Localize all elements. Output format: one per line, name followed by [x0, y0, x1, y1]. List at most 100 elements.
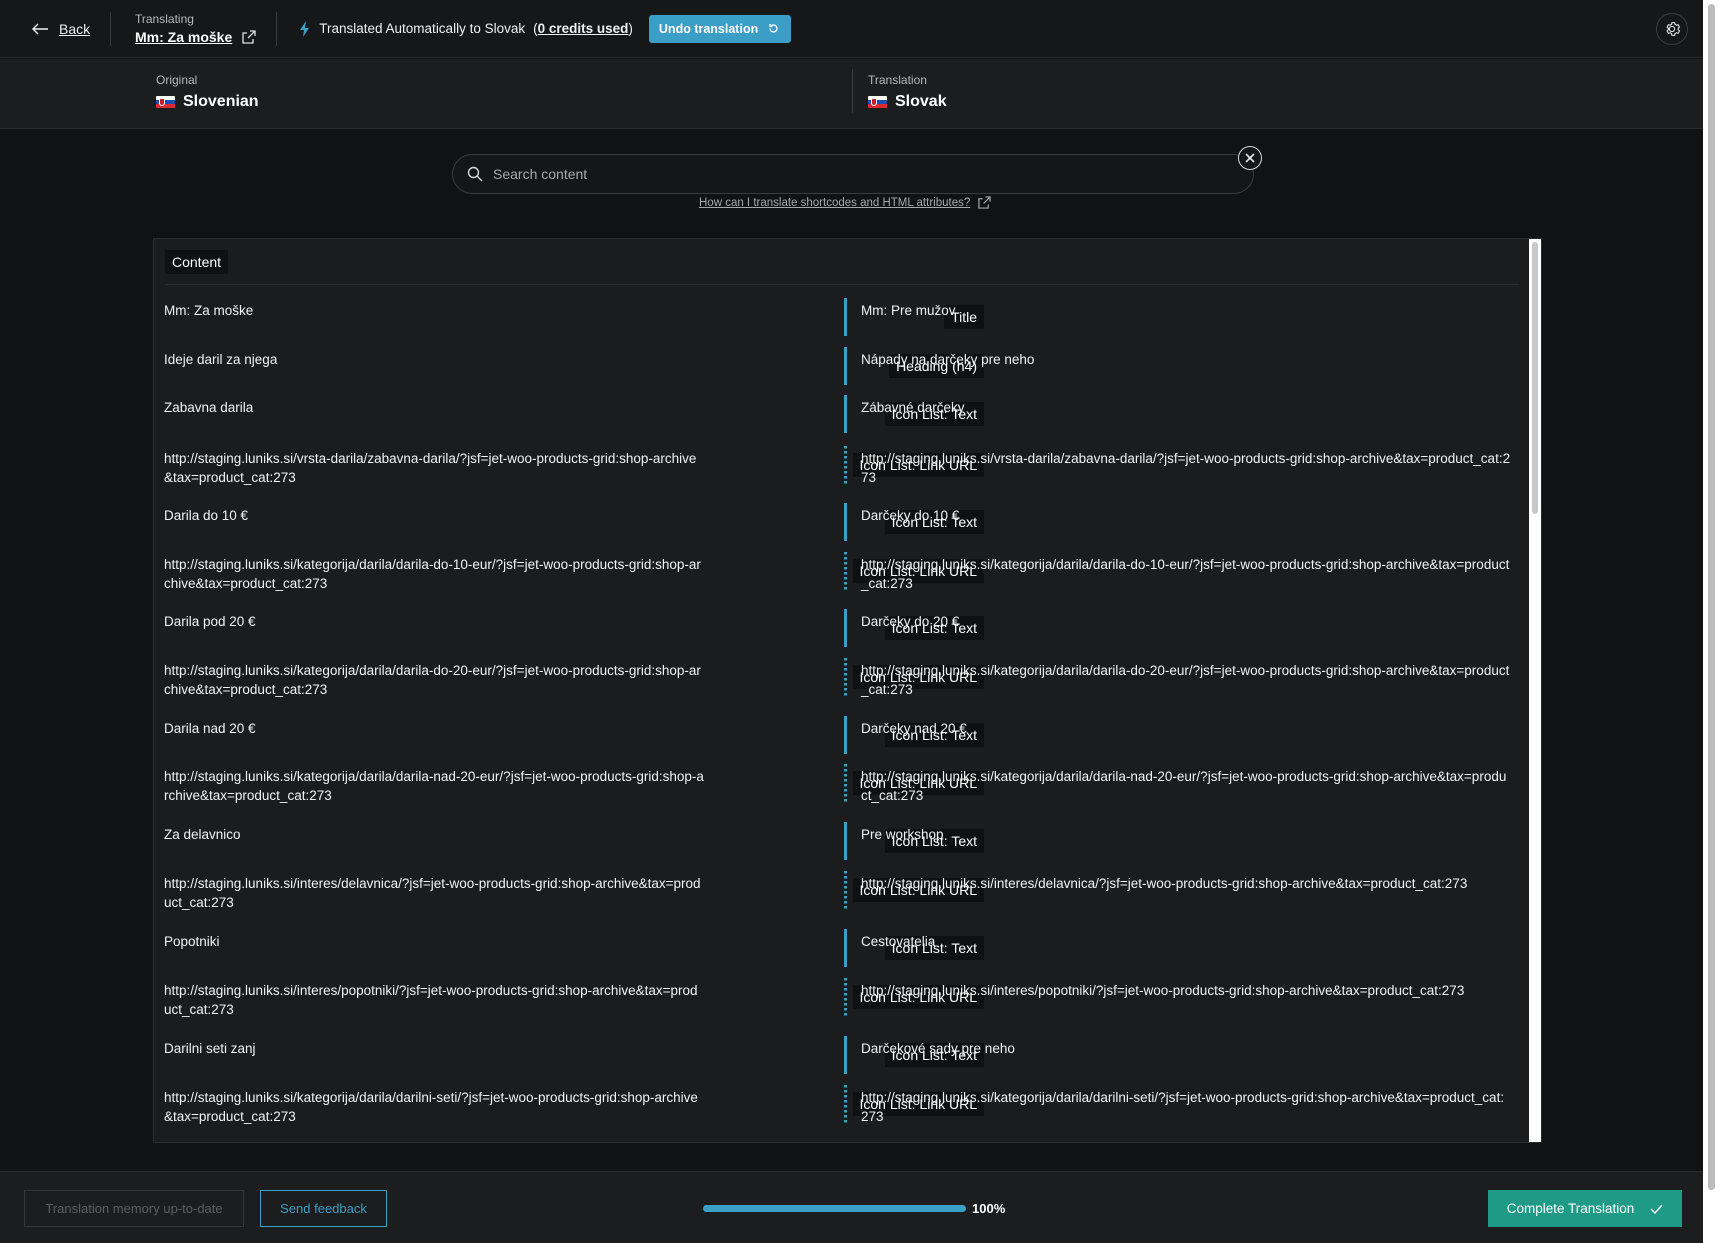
document-title: Mm: Za moške	[135, 29, 233, 45]
translated-text[interactable]: Zábavné darčeky	[861, 398, 1511, 417]
translation-status-indicator	[844, 1036, 847, 1074]
original-text: http://staging.luniks.si/kategorija/dari…	[164, 663, 701, 697]
content-panel: Content Mm: Za moške Title Mm: Pre mužov Id…	[153, 238, 1542, 1143]
footer-bar: Translation memory up-to-date Send feedb…	[0, 1171, 1703, 1243]
translation-status-indicator	[844, 552, 847, 590]
translation-status-indicator	[844, 1085, 847, 1123]
translation-status-indicator	[844, 395, 847, 433]
credits-info: (0 credits used)	[533, 21, 633, 36]
slovenia-flag-icon	[156, 95, 175, 109]
arrow-left-icon	[32, 23, 48, 34]
translation-language: Translation Slovak	[868, 73, 947, 111]
translated-text[interactable]: http://staging.luniks.si/kategorija/dari…	[861, 555, 1511, 593]
translating-info: Translating Mm: Za moške	[111, 12, 276, 45]
translation-label: Translation	[868, 73, 927, 87]
progress-percent: 100%	[972, 1201, 1006, 1216]
scrollbar-thumb[interactable]	[1532, 242, 1538, 514]
original-text: http://staging.luniks.si/interes/delavni…	[164, 876, 701, 910]
help-link-text: How can I translate shortcodes and HTML …	[699, 196, 971, 209]
original-text: Darila do 10 €	[164, 508, 249, 523]
translated-text[interactable]: Darčeky do 10 €	[861, 506, 1511, 525]
original-text: http://staging.luniks.si/kategorija/dari…	[164, 1090, 698, 1124]
translated-text[interactable]: http://staging.luniks.si/interes/delavni…	[861, 874, 1511, 893]
back-button[interactable]: Back	[0, 21, 110, 37]
translation-status-indicator	[844, 658, 847, 696]
original-language: Original Slovenian	[156, 73, 259, 111]
translated-text[interactable]: Darčekové sady pre neho	[861, 1039, 1511, 1058]
translated-text[interactable]: http://staging.luniks.si/kategorija/dari…	[861, 767, 1511, 805]
translation-status-indicator	[844, 609, 847, 647]
translated-text[interactable]: Pre workshop	[861, 825, 1511, 844]
original-text: http://staging.luniks.si/kategorija/dari…	[164, 557, 701, 591]
external-link-icon	[978, 196, 991, 209]
translating-label: Translating	[135, 12, 194, 26]
undo-icon	[769, 24, 778, 33]
progress-bar	[703, 1205, 966, 1212]
credits-used[interactable]: 0 credits used	[538, 21, 629, 36]
original-text: Darila nad 20 €	[164, 721, 256, 736]
translation-status-indicator	[844, 716, 847, 754]
back-label: Back	[59, 20, 91, 37]
undo-translation-button[interactable]: Undo translation	[648, 14, 792, 43]
translation-status-indicator	[844, 929, 847, 967]
original-text: Popotniki	[164, 934, 220, 949]
auto-translation-text: Translated Automatically to Slovak	[319, 21, 526, 36]
original-text: Za delavnico	[164, 827, 241, 842]
translated-text[interactable]: Nápady na darčeky pre neho	[861, 350, 1511, 369]
translation-status-indicator	[844, 503, 847, 541]
translation-status-indicator	[844, 298, 847, 336]
translated-text[interactable]: Darčeky do 20 €	[861, 612, 1511, 631]
original-label: Original	[156, 73, 198, 87]
original-text: http://staging.luniks.si/kategorija/dari…	[164, 769, 704, 803]
top-bar: Back Translating Mm: Za moške Translated…	[0, 0, 1703, 58]
original-text: Ideje daril za njega	[164, 352, 278, 367]
translated-text[interactable]: http://staging.luniks.si/kategorija/dari…	[861, 661, 1511, 699]
translation-language-name: Slovak	[895, 93, 947, 110]
translated-text[interactable]: http://staging.luniks.si/interes/popotni…	[861, 981, 1511, 1000]
translated-text[interactable]: Darčeky nad 20 €	[861, 719, 1511, 738]
translation-status-indicator	[844, 347, 847, 385]
page-scrollbar-thumb[interactable]	[1708, 4, 1715, 1190]
page-scrollbar[interactable]	[1703, 0, 1720, 1243]
translation-status-indicator	[844, 871, 847, 909]
translated-text[interactable]: Cestovatelia	[861, 932, 1511, 951]
translation-status-indicator	[844, 978, 847, 1016]
translated-text[interactable]: Mm: Pre mužov	[861, 301, 1511, 320]
original-language-name: Slovenian	[183, 93, 259, 110]
original-text: Mm: Za moške	[164, 303, 254, 318]
close-icon	[1245, 153, 1255, 163]
original-text: http://staging.luniks.si/vrsta-darila/za…	[164, 451, 697, 485]
send-feedback-button[interactable]: Send feedback	[260, 1190, 387, 1227]
shortcodes-help-link[interactable]: How can I translate shortcodes and HTML …	[699, 196, 991, 209]
translation-memory-button: Translation memory up-to-date	[24, 1190, 244, 1227]
complete-translation-button[interactable]: Complete Translation	[1488, 1190, 1682, 1227]
translation-status-indicator	[844, 822, 847, 860]
original-text: Zabavna darila	[164, 400, 254, 415]
clear-search-button[interactable]	[1238, 146, 1262, 170]
translation-status-indicator	[844, 764, 847, 802]
undo-label: Undo translation	[658, 21, 759, 36]
divider	[165, 284, 1519, 285]
settings-button[interactable]	[1656, 13, 1688, 45]
original-text: http://staging.luniks.si/interes/popotni…	[164, 983, 698, 1017]
auto-translation-status: Translated Automatically to Slovak (0 cr…	[277, 14, 792, 43]
translated-text[interactable]: http://staging.luniks.si/vrsta-darila/za…	[861, 449, 1511, 487]
content-scrollbar[interactable]	[1529, 239, 1541, 1142]
original-text: Darilni seti zanj	[164, 1041, 256, 1056]
search-input[interactable]	[493, 166, 1193, 182]
divider	[852, 69, 853, 113]
document-link[interactable]: Mm: Za moške	[135, 29, 256, 45]
lightning-icon	[300, 20, 310, 37]
translated-text[interactable]: http://staging.luniks.si/kategorija/dari…	[861, 1088, 1511, 1126]
external-link-icon	[242, 30, 256, 44]
translation-status-indicator	[844, 446, 847, 484]
search-box	[452, 154, 1254, 194]
checkmark-icon	[1650, 1204, 1663, 1214]
progress-fill	[703, 1205, 966, 1212]
slovakia-flag-icon	[868, 95, 887, 109]
search-icon	[467, 166, 483, 182]
gear-icon	[1666, 22, 1681, 36]
content-section-tab: Content	[165, 250, 229, 274]
language-header: Original Slovenian Translation Slovak	[0, 59, 1703, 129]
translation-editor: Back Translating Mm: Za moške Translated…	[0, 0, 1720, 1243]
